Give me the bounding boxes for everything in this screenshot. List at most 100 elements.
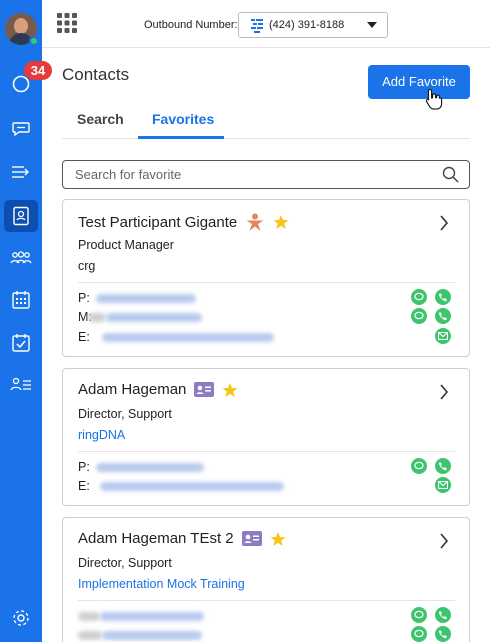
sms-button[interactable] (411, 458, 427, 474)
contact-card[interactable]: Test Participant Gigante Product Manager… (62, 199, 470, 357)
chat-bubble-icon (414, 461, 424, 470)
sms-button[interactable] (411, 289, 427, 305)
presence-indicator (29, 36, 39, 46)
favorite-star-icon[interactable] (270, 531, 286, 547)
call-button[interactable] (435, 607, 451, 623)
card-divider (78, 282, 455, 283)
sms-button[interactable] (411, 308, 427, 324)
redacted-mobile (102, 631, 202, 640)
notification-badge: 34 (24, 61, 52, 80)
redacted-email (100, 482, 284, 491)
sidebar-item-tasks[interactable] (0, 326, 42, 360)
card-divider (78, 600, 455, 601)
chat-bubble-icon (414, 610, 424, 619)
person-star-icon (246, 213, 264, 231)
chat-icon (12, 122, 30, 137)
outbound-number-value: (424) 391-8188 (269, 19, 345, 31)
card-divider (78, 451, 455, 452)
team-icon (10, 251, 32, 264)
chat-bubble-icon (414, 629, 424, 638)
contacts-book-icon (13, 206, 29, 226)
phone-icon (438, 293, 447, 302)
tab-favorites[interactable]: Favorites (152, 111, 214, 127)
contact-title: Product Manager (78, 238, 174, 252)
email-row: E: (78, 477, 455, 495)
contact-card-icon (241, 531, 262, 546)
phone-icon (438, 630, 447, 639)
sidebar-item-transfers[interactable] (0, 155, 42, 189)
sidebar-item-contacts[interactable] (4, 200, 38, 232)
redacted-phone (96, 294, 196, 303)
mobile-row: M: (78, 308, 455, 326)
mobile-row (78, 626, 455, 642)
email-button[interactable] (435, 477, 451, 493)
local-presence-icon (251, 19, 263, 33)
field-label: E: (78, 330, 90, 344)
chevron-right-icon[interactable] (439, 532, 449, 550)
redacted-email (102, 333, 274, 342)
sidebar-item-calendar[interactable] (0, 283, 42, 317)
task-check-icon (12, 334, 30, 352)
email-row: E: (78, 328, 455, 346)
contact-card[interactable]: Adam Hageman TEst 2 Director, Support Im… (62, 517, 470, 642)
search-icon[interactable] (442, 166, 459, 183)
field-label: E: (78, 479, 90, 493)
hand-cursor-icon (425, 88, 443, 110)
envelope-icon (438, 332, 448, 340)
chevron-down-icon (367, 22, 377, 28)
call-button[interactable] (435, 626, 451, 642)
sidebar-item-teams[interactable] (0, 241, 42, 275)
contact-company: crg (78, 259, 96, 273)
phone-row (78, 607, 455, 625)
gear-icon (13, 610, 29, 626)
favorite-search-input[interactable]: Search for favorite (62, 160, 470, 189)
outbound-number-select[interactable]: (424) 391-8188 (238, 12, 388, 38)
contact-name: Test Participant Gigante (78, 213, 238, 231)
contact-company-link[interactable]: ringDNA (78, 428, 125, 442)
field-label: P: (78, 291, 90, 305)
redacted-label (78, 612, 100, 621)
phone-icon (438, 462, 447, 471)
favorite-star-icon[interactable] (273, 214, 289, 230)
redacted-label (78, 631, 102, 640)
phone-icon (438, 611, 447, 620)
app-grid-icon[interactable] (57, 13, 77, 33)
phone-row: P: (78, 458, 455, 476)
phone-row: P: (78, 289, 455, 307)
sms-button[interactable] (411, 626, 427, 642)
chat-bubble-icon (414, 292, 424, 301)
contact-card[interactable]: Adam Hageman Director, Support ringDNA P… (62, 368, 470, 506)
call-button[interactable] (435, 289, 451, 305)
call-button[interactable] (435, 458, 451, 474)
tab-divider (62, 138, 470, 139)
phone-icon (438, 312, 447, 321)
sidebar-item-settings[interactable] (0, 601, 42, 635)
active-tab-indicator (138, 136, 224, 139)
redacted-phone (96, 463, 204, 472)
redacted-phone (100, 612, 204, 621)
add-favorite-button[interactable]: Add Favorite (368, 65, 470, 99)
transfer-arrows-icon (12, 166, 29, 178)
redacted-text (88, 313, 106, 322)
contact-name: Adam Hageman (78, 381, 187, 398)
sidebar: 34 (0, 0, 52, 642)
contact-company-link[interactable]: Implementation Mock Training (78, 577, 245, 591)
envelope-icon (438, 481, 448, 489)
redacted-mobile (106, 313, 202, 322)
call-button[interactable] (435, 308, 451, 324)
favorite-star-icon[interactable] (222, 382, 238, 398)
sms-button[interactable] (411, 607, 427, 623)
chevron-right-icon[interactable] (439, 214, 449, 232)
contact-title: Director, Support (78, 556, 172, 570)
tab-search[interactable]: Search (77, 111, 124, 127)
contact-title: Director, Support (78, 407, 172, 421)
user-list-icon (10, 377, 31, 391)
contact-name: Adam Hageman TEst 2 (78, 530, 234, 547)
chevron-right-icon[interactable] (439, 383, 449, 401)
outbound-number-label: Outbound Number: (144, 19, 238, 31)
sidebar-item-messages[interactable] (0, 112, 42, 146)
contact-card-icon (194, 382, 215, 397)
sidebar-item-user-list[interactable] (0, 368, 42, 402)
email-button[interactable] (435, 328, 451, 344)
search-placeholder: Search for favorite (75, 167, 182, 182)
